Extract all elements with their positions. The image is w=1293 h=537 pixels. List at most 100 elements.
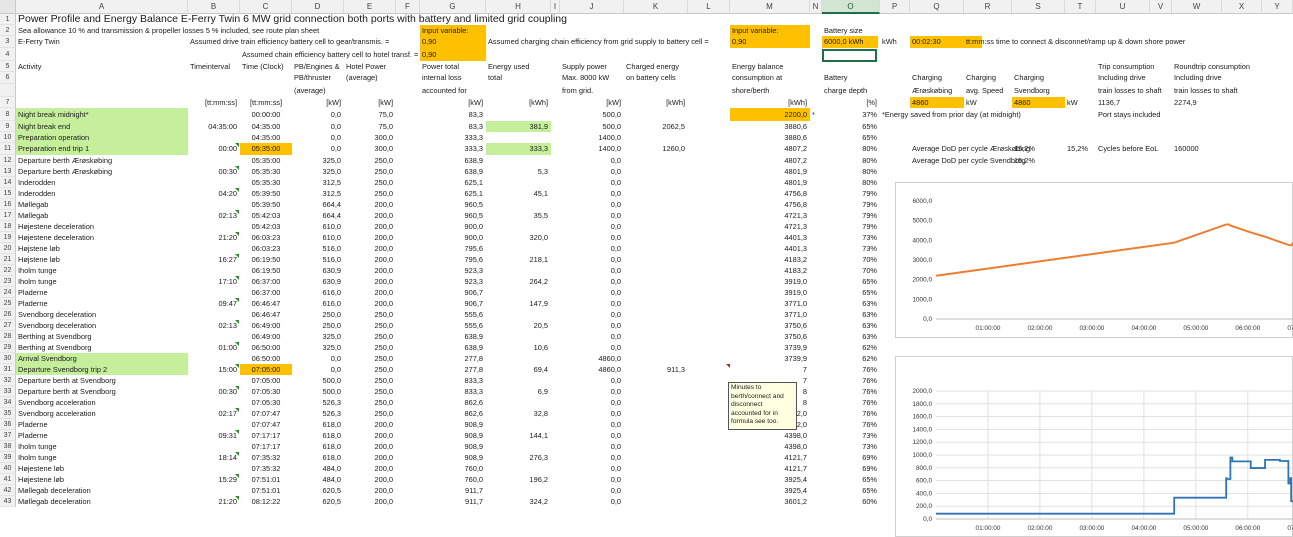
cell-c43[interactable]: 08:12:22 xyxy=(240,496,292,507)
cell-d41[interactable]: 484,0 xyxy=(292,474,342,485)
cell-a25[interactable]: Pladerne xyxy=(18,298,48,309)
cell-c29[interactable]: 06:50:00 xyxy=(240,342,292,353)
cell-c8[interactable]: 00:00:00 xyxy=(240,108,292,121)
column-header-j[interactable]: J xyxy=(560,0,624,14)
cell-h11[interactable]: 333,3 xyxy=(486,143,549,155)
cell-m9[interactable]: 3880,6 xyxy=(730,121,807,132)
cell-e40[interactable]: 200,0 xyxy=(344,463,394,474)
cell-e33[interactable]: 250,0 xyxy=(344,386,394,397)
cell-o13[interactable]: 80% xyxy=(822,166,877,177)
row-header-17[interactable]: 17 xyxy=(0,210,16,221)
cell-o32[interactable]: 76% xyxy=(822,375,877,386)
cell-k7[interactable]: [kWh] xyxy=(624,97,685,108)
cell-a1[interactable]: Power Profile and Energy Balance E-Ferry… xyxy=(18,14,567,25)
cell-w6[interactable]: Including drive xyxy=(1174,72,1222,84)
cell-j34[interactable]: 0,0 xyxy=(560,397,621,408)
row-header-16[interactable]: 16 xyxy=(0,199,16,210)
cell-o36[interactable]: 76% xyxy=(822,419,877,430)
cell-d31[interactable]: 0,0 xyxy=(292,364,341,375)
cell-o35[interactable]: 76% xyxy=(822,408,877,419)
cell-u7[interactable]: 1136,7 xyxy=(1098,97,1120,108)
cell-c39[interactable]: 07:35:32 xyxy=(240,452,292,463)
cell-m40[interactable]: 4121,7 xyxy=(730,463,807,474)
cell-c34[interactable]: 07:05:30 xyxy=(240,397,292,408)
cell-c7[interactable]: [tt:mm:ss] xyxy=(240,97,292,108)
cell-o17[interactable]: 79% xyxy=(822,210,877,221)
cell-b11[interactable]: 00:00 xyxy=(188,143,238,155)
cell-m42[interactable]: 3925,4 xyxy=(730,485,807,496)
active-cell-o3[interactable] xyxy=(822,49,877,62)
cell-a39[interactable]: Iholm tunge xyxy=(18,452,57,463)
cell-j25[interactable]: 0,0 xyxy=(560,298,621,309)
cell-j33[interactable]: 0,0 xyxy=(560,386,621,397)
cell-a36[interactable]: Pladerne xyxy=(18,419,48,430)
cell-o7[interactable]: [%] xyxy=(822,97,877,108)
cell-b27[interactable]: 02:13 xyxy=(188,320,238,331)
cell-k6[interactable]: on battery cells xyxy=(626,72,676,84)
cell-d39[interactable]: 618,0 xyxy=(292,452,342,463)
cell-j40[interactable]: 0,0 xyxy=(560,463,621,474)
cell-d38[interactable]: 618,0 xyxy=(292,441,342,452)
cell-e41[interactable]: 200,0 xyxy=(344,474,394,485)
cell-o15[interactable]: 79% xyxy=(822,188,877,199)
cell-w11[interactable]: 160000 xyxy=(1174,143,1199,155)
cell-e37[interactable]: 200,0 xyxy=(344,430,394,441)
cell-o19[interactable]: 73% xyxy=(822,232,877,243)
cell-e36[interactable]: 200,0 xyxy=(344,419,394,430)
cell-g27[interactable]: 555,6 xyxy=(420,320,484,331)
cell-j13[interactable]: 0,0 xyxy=(560,166,621,177)
row-header-7[interactable]: 7 xyxy=(0,97,16,108)
cell-d18[interactable]: 610,0 xyxy=(292,221,342,232)
cell-c27[interactable]: 06:49:00 xyxy=(240,320,292,331)
cell-m26[interactable]: 3771,0 xyxy=(730,309,807,320)
cell-e35[interactable]: 250,0 xyxy=(344,408,394,419)
cell-b9[interactable]: 04:35:00 xyxy=(188,121,237,132)
cell-d17[interactable]: 664,4 xyxy=(292,210,342,221)
column-header-o[interactable]: O xyxy=(822,0,880,14)
cell-a15[interactable]: Inderodden xyxy=(18,188,55,199)
cell-g13[interactable]: 638,9 xyxy=(420,166,484,177)
cell-j26[interactable]: 0,0 xyxy=(560,309,621,320)
cell-c11[interactable]: 05:35:00 xyxy=(240,143,292,155)
select-all-corner[interactable] xyxy=(0,0,16,14)
cell-d24[interactable]: 616,0 xyxy=(292,287,342,298)
cell-g15[interactable]: 625,1 xyxy=(420,188,484,199)
cell-e22[interactable]: 200,0 xyxy=(344,265,394,276)
cell-j29[interactable]: 0,0 xyxy=(560,342,621,353)
cell-e21[interactable]: 200,0 xyxy=(344,254,394,265)
column-header-s[interactable]: S xyxy=(1012,0,1065,14)
cell-e42[interactable]: 200,0 xyxy=(344,485,394,496)
cell-d14[interactable]: 312,5 xyxy=(292,177,342,188)
cell-g24[interactable]: 906,7 xyxy=(420,287,484,298)
row-header-6b[interactable] xyxy=(0,84,16,97)
cell-o6b[interactable]: charge depth xyxy=(824,84,867,97)
cell-m31[interactable]: 7 xyxy=(730,364,807,375)
row-header-9[interactable]: 9 xyxy=(0,121,16,132)
cell-m19[interactable]: 4401,3 xyxy=(730,232,807,243)
cell-h35[interactable]: 32,8 xyxy=(486,408,548,419)
cell-e11[interactable]: 300,0 xyxy=(344,143,394,155)
cell-e18[interactable]: 200,0 xyxy=(344,221,394,232)
column-header-x[interactable]: X xyxy=(1222,0,1262,14)
cell-m10[interactable]: 3880,6 xyxy=(730,132,807,143)
cell-j10[interactable]: 1400,0 xyxy=(560,132,621,143)
cell-u11[interactable]: Cycles before EoL xyxy=(1098,143,1158,155)
cell-o29[interactable]: 62% xyxy=(822,342,877,353)
cell-d34[interactable]: 526,3 xyxy=(292,397,342,408)
cell-a35[interactable]: Svendborg acceleration xyxy=(18,408,96,419)
cell-d32[interactable]: 500,0 xyxy=(292,375,342,386)
cell-a8[interactable]: Night break midnight* xyxy=(18,108,89,121)
cell-g22[interactable]: 923,3 xyxy=(420,265,484,276)
cell-d25[interactable]: 616,0 xyxy=(292,298,342,309)
cell-n8[interactable]: * xyxy=(812,108,815,121)
row-header-26[interactable]: 26 xyxy=(0,309,16,320)
row-header-38[interactable]: 38 xyxy=(0,441,16,452)
cell-d16[interactable]: 664,4 xyxy=(292,199,342,210)
cell-a29[interactable]: Berthing at Svendborg xyxy=(18,342,92,353)
cell-m8[interactable]: 2200,0 xyxy=(730,108,807,121)
row-header-28[interactable]: 28 xyxy=(0,331,16,342)
cell-a10[interactable]: Preparation operation xyxy=(18,132,89,143)
cell-b43[interactable]: 21:20 xyxy=(188,496,238,507)
cell-a18[interactable]: Højestene deceleration xyxy=(18,221,94,232)
cell-j20[interactable]: 0,0 xyxy=(560,243,621,254)
